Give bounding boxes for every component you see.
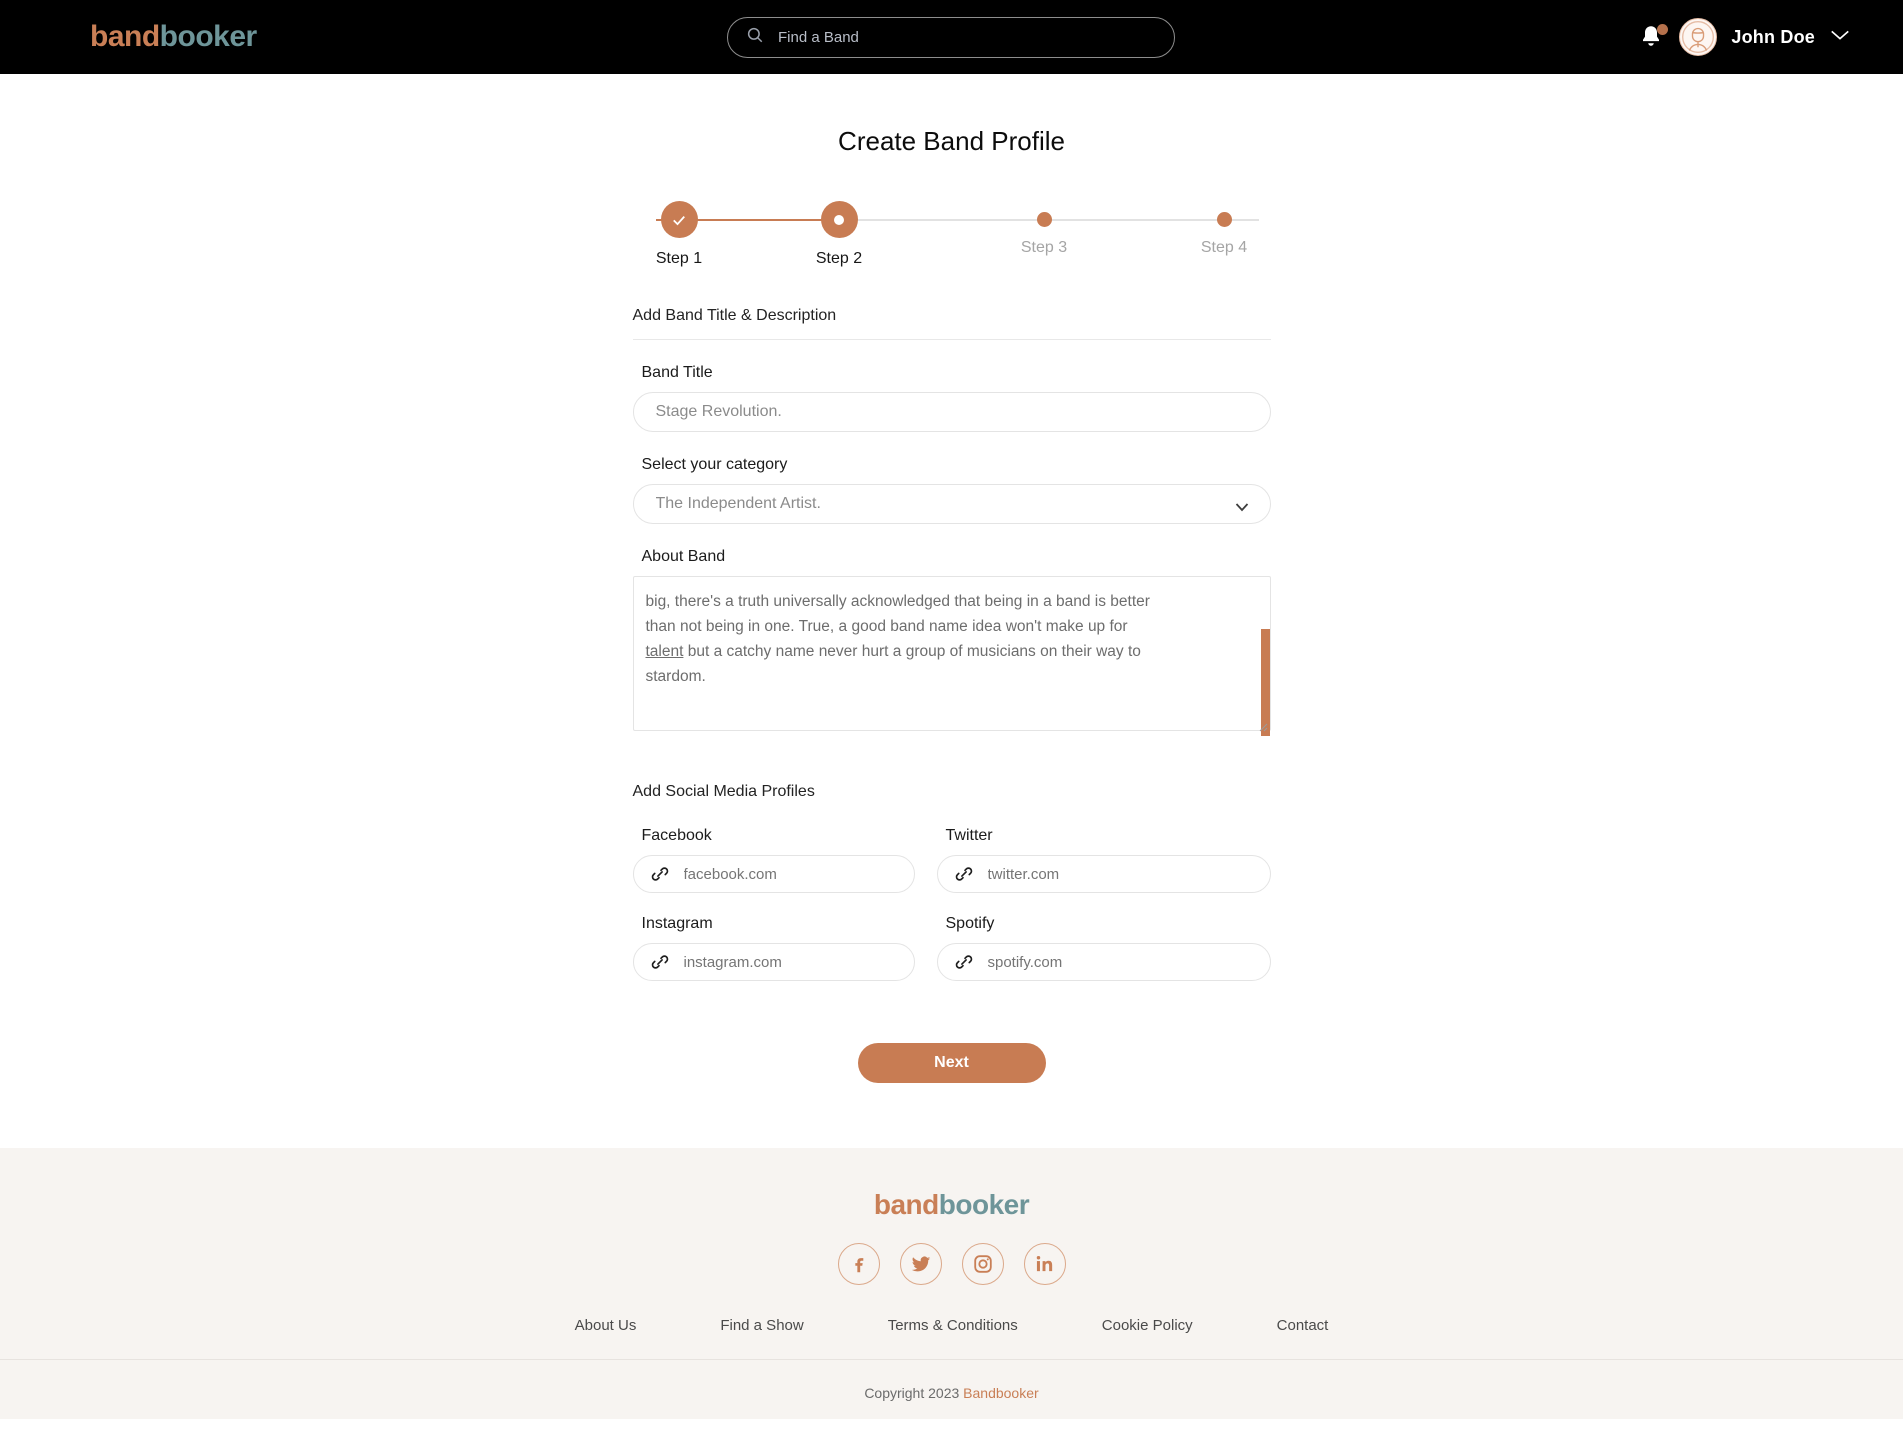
category-select[interactable] [632, 484, 1271, 524]
footer-link-about-us[interactable]: About Us [533, 1317, 679, 1334]
check-icon [673, 215, 685, 225]
about-band-textarea[interactable]: big, there's a truth universally acknowl… [632, 576, 1271, 731]
stepper-step-3[interactable]: Step 3 [999, 201, 1089, 257]
stepper-step-2[interactable]: Step 2 [794, 201, 884, 268]
step-2-active-dot [834, 214, 844, 225]
category-select-wrap[interactable] [632, 484, 1271, 524]
about-text-talent-link[interactable]: talent [646, 643, 684, 660]
linkedin-icon[interactable] [1023, 1243, 1066, 1285]
step-1-label: Step 1 [655, 250, 703, 267]
footer-logo-text-booker: booker [938, 1189, 1030, 1220]
category-label: Select your category [641, 456, 788, 473]
form-actions: Next [633, 1043, 1271, 1083]
footer-link-cookie-policy[interactable]: Cookie Policy [1060, 1317, 1235, 1334]
footer-link-terms-conditions[interactable]: Terms & Conditions [846, 1317, 1060, 1334]
link-icon [650, 952, 670, 977]
stepper-step-1[interactable]: Step 1 [634, 201, 724, 268]
footer-logo-text-band: band [873, 1189, 939, 1220]
app-root: bandbooker Find a Band John Doe Create B… [0, 0, 1903, 1452]
main-content: Create Band Profile Step 1 Step 2 Step 3… [0, 126, 1903, 1083]
site-footer: bandbooker About Us Find a Show Terms & … [0, 1148, 1903, 1419]
step-3-dot [1036, 212, 1052, 227]
copyright-notice: Copyright 2023 Bandbooker [0, 1385, 1903, 1401]
social-fields-grid: Facebook Twitter [632, 805, 1271, 981]
facebook-label: Facebook [641, 827, 712, 844]
spotify-input-wrap [936, 943, 1271, 981]
notifications-button[interactable] [1639, 22, 1669, 52]
link-icon [954, 952, 974, 977]
social-field-instagram: Instagram [632, 893, 915, 981]
search-bar[interactable] [727, 17, 1175, 58]
copyright-text: Copyright 2023 [864, 1385, 964, 1401]
step-4-node [1216, 201, 1232, 227]
about-band-wrap: big, there's a truth universally acknowl… [632, 576, 1271, 736]
next-button[interactable]: Next [857, 1043, 1046, 1083]
twitter-icon[interactable] [899, 1243, 942, 1285]
copyright-brand[interactable]: Bandbooker [963, 1385, 1039, 1401]
footer-link-contact[interactable]: Contact [1235, 1317, 1371, 1334]
instagram-label: Instagram [641, 915, 713, 932]
footer-link-find-a-show[interactable]: Find a Show [678, 1317, 845, 1334]
instagram-icon[interactable] [961, 1243, 1004, 1285]
social-field-spotify: Spotify [936, 893, 1271, 981]
step-4-label: Step 4 [1200, 239, 1248, 256]
facebook-input-wrap [632, 855, 915, 893]
band-profile-form: Add Band Title & Description Band Title … [632, 307, 1271, 1083]
instagram-input-wrap [632, 943, 915, 981]
spotify-label: Spotify [945, 915, 995, 932]
about-text-line-4: stardom. [645, 668, 706, 685]
band-title-label: Band Title [641, 364, 713, 381]
step-3-label: Step 3 [1020, 239, 1068, 256]
footer-logo[interactable]: bandbooker [0, 1148, 1903, 1221]
footer-nav-links: About Us Find a Show Terms & Conditions … [0, 1317, 1903, 1334]
link-icon [650, 864, 670, 889]
page-title: Create Band Profile [838, 126, 1065, 156]
user-name-label: John Doe [1731, 26, 1815, 47]
section-title-band-description: Add Band Title & Description [632, 307, 1271, 340]
logo-text-band: band [90, 20, 160, 53]
about-band-label: About Band [641, 548, 726, 565]
section-title-social-media: Add Social Media Profiles [632, 783, 815, 800]
site-logo[interactable]: bandbooker [90, 20, 257, 54]
twitter-input-wrap [936, 855, 1271, 893]
user-avatar-icon [1682, 21, 1715, 53]
step-2-label: Step 2 [815, 250, 863, 267]
step-3-node [1036, 201, 1052, 227]
link-icon [954, 864, 974, 889]
step-1-circle [660, 201, 698, 238]
about-text-line-1: big, there's a truth universally acknowl… [645, 593, 1150, 610]
about-text-line-3: talent but a catchy name never hurt a gr… [646, 639, 1250, 664]
user-area: John Doe [1639, 0, 1851, 74]
twitter-label: Twitter [945, 827, 993, 844]
search-icon [746, 26, 764, 49]
top-navigation-bar: bandbooker Find a Band John Doe [0, 0, 1903, 74]
step-1-node [660, 201, 698, 238]
social-field-twitter: Twitter [936, 805, 1271, 893]
facebook-icon[interactable] [837, 1243, 880, 1285]
twitter-input[interactable] [936, 855, 1271, 893]
about-text-line-3-rest: but a catchy name never hurt a group of … [683, 643, 1141, 660]
chevron-down-icon[interactable] [1829, 28, 1851, 47]
step-2-node [820, 201, 858, 238]
spotify-input[interactable] [936, 943, 1271, 981]
search-input[interactable] [778, 29, 1138, 46]
logo-text-booker: booker [159, 20, 258, 53]
footer-social-links [0, 1243, 1903, 1285]
footer-divider [0, 1359, 1903, 1360]
notification-dot [1657, 24, 1669, 35]
band-title-input[interactable] [632, 392, 1271, 432]
progress-stepper: Step 1 Step 2 Step 3 Step 4 [634, 201, 1269, 267]
stepper-step-4[interactable]: Step 4 [1179, 201, 1269, 257]
step-2-circle [820, 201, 858, 238]
social-field-facebook: Facebook [632, 805, 915, 893]
step-4-dot [1216, 212, 1232, 227]
about-textarea-scrollbar[interactable] [1260, 629, 1270, 736]
facebook-input[interactable] [632, 855, 915, 893]
instagram-input[interactable] [632, 943, 915, 981]
avatar[interactable] [1679, 18, 1718, 56]
about-text-line-2: than not being in one. True, a good band… [645, 618, 1128, 635]
